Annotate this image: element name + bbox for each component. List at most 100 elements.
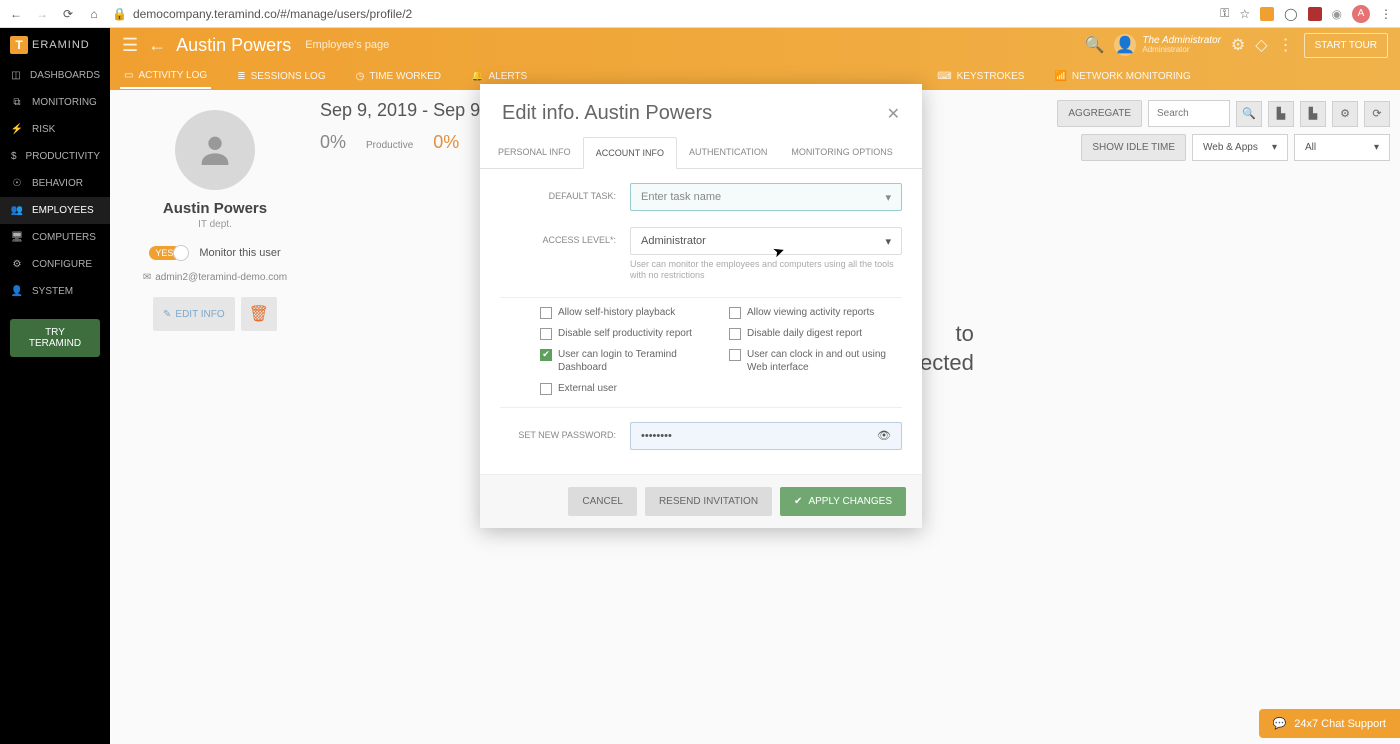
chevron-down-icon: ▾ bbox=[1272, 142, 1277, 153]
employees-icon: 👥 bbox=[10, 205, 24, 216]
browser-avatar[interactable]: A bbox=[1352, 5, 1370, 23]
check-self-history[interactable]: Allow self-history playback bbox=[540, 306, 713, 319]
modal-tab-monitoring[interactable]: MONITORING OPTIONS bbox=[779, 137, 904, 168]
back-icon[interactable]: ← bbox=[8, 6, 24, 22]
tab-network-monitoring[interactable]: 📶NETWORK MONITORING bbox=[1050, 65, 1194, 88]
modal-tab-account[interactable]: ACCOUNT INFO bbox=[583, 137, 677, 169]
sidebar-label: COMPUTERS bbox=[32, 232, 96, 243]
sidebar-item-productivity[interactable]: $PRODUCTIVITY bbox=[0, 143, 110, 170]
aggregate-button[interactable]: AGGREGATE bbox=[1057, 100, 1142, 127]
check-label: Disable self productivity report bbox=[558, 327, 692, 340]
page-back-icon[interactable]: ← bbox=[148, 35, 166, 56]
tab-time-worked[interactable]: ◷TIME WORKED bbox=[352, 65, 445, 88]
sidebar-item-system[interactable]: 👤SYSTEM bbox=[0, 278, 110, 305]
search-button[interactable]: 🔍 bbox=[1236, 101, 1262, 127]
check-activity-reports[interactable]: Allow viewing activity reports bbox=[729, 306, 902, 319]
check-label: User can clock in and out using Web inte… bbox=[747, 348, 902, 374]
ext-icon-3[interactable] bbox=[1308, 7, 1322, 21]
logo-box: T bbox=[10, 36, 28, 54]
checkbox-icon bbox=[729, 307, 741, 319]
tab-icon: ≣ bbox=[237, 71, 245, 82]
export-icon-2[interactable]: ▙ bbox=[1300, 101, 1326, 127]
sidebar-item-monitoring[interactable]: ⧉MONITORING bbox=[0, 89, 110, 116]
tab-keystrokes[interactable]: ⌨KEYSTROKES bbox=[933, 65, 1028, 88]
eye-icon[interactable]: 👁 bbox=[877, 429, 891, 442]
refresh-icon[interactable]: ⟳ bbox=[1364, 101, 1390, 127]
gear-icon[interactable]: ⚙ bbox=[1231, 35, 1245, 55]
filter-all-dropdown[interactable]: All▾ bbox=[1294, 134, 1390, 161]
checkbox-icon bbox=[540, 328, 552, 340]
search-input[interactable] bbox=[1148, 100, 1230, 127]
show-idle-button[interactable]: SHOW IDLE TIME bbox=[1081, 134, 1186, 161]
sidebar-item-risk[interactable]: ⚡RISK bbox=[0, 116, 110, 143]
more-icon[interactable]: ⋮ bbox=[1278, 35, 1294, 55]
background-message: to ected bbox=[920, 320, 974, 377]
default-task-placeholder: Enter task name bbox=[641, 191, 721, 203]
search-icon[interactable]: 🔍 bbox=[1084, 35, 1104, 55]
modal-tab-auth[interactable]: AUTHENTICATION bbox=[677, 137, 779, 168]
delete-button[interactable]: 🗑 bbox=[241, 297, 277, 331]
settings-icon[interactable]: ⚙ bbox=[1332, 101, 1358, 127]
check-disable-digest[interactable]: Disable daily digest report bbox=[729, 327, 902, 340]
check-disable-productivity[interactable]: Disable self productivity report bbox=[540, 327, 713, 340]
sidebar-item-computers[interactable]: 🖥COMPUTERS bbox=[0, 224, 110, 251]
tab-label: ACTIVITY LOG bbox=[138, 70, 207, 81]
sidebar-item-employees[interactable]: 👥EMPLOYEES bbox=[0, 197, 110, 224]
tab-icon: ⌨ bbox=[937, 71, 951, 82]
tab-icon: ▭ bbox=[124, 70, 133, 81]
sidebar-label: CONFIGURE bbox=[32, 259, 92, 270]
tab-icon: ◷ bbox=[356, 71, 365, 82]
edit-info-modal: Edit info. Austin Powers ✕ PERSONAL INFO… bbox=[480, 84, 922, 528]
forward-icon[interactable]: → bbox=[34, 6, 50, 22]
access-level-select[interactable]: Administrator ▾ bbox=[630, 227, 902, 255]
star-icon[interactable]: ☆ bbox=[1239, 7, 1250, 21]
check-label: Allow viewing activity reports bbox=[747, 306, 874, 319]
page-title: Austin Powers bbox=[176, 35, 291, 56]
tab-sessions-log[interactable]: ≣SESSIONS LOG bbox=[233, 65, 329, 88]
chevron-down-icon: ▾ bbox=[885, 191, 891, 204]
reload-icon[interactable]: ⟳ bbox=[60, 6, 76, 22]
tab-label: ALERTS bbox=[488, 71, 527, 82]
user-chip[interactable]: 👤 The Administrator Administrator bbox=[1114, 34, 1221, 56]
key-icon[interactable]: ⚿ bbox=[1220, 6, 1229, 21]
home-icon[interactable]: ⌂ bbox=[86, 6, 102, 22]
sidebar-item-dashboards[interactable]: ◫DASHBOARDS bbox=[0, 62, 110, 89]
check-login-dashboard[interactable]: ✔User can login to Teramind Dashboard bbox=[540, 348, 713, 374]
ext-icon-1[interactable] bbox=[1260, 7, 1274, 21]
tab-activity-log[interactable]: ▭ ACTIVITY LOG bbox=[120, 64, 211, 89]
sidebar-item-behavior[interactable]: ☉BEHAVIOR bbox=[0, 170, 110, 197]
try-teramind-button[interactable]: TRY TERAMIND bbox=[10, 319, 100, 357]
trash-icon: 🗑 bbox=[249, 306, 269, 323]
check-clock-web[interactable]: User can clock in and out using Web inte… bbox=[729, 348, 902, 374]
web-apps-dropdown[interactable]: Web & Apps▾ bbox=[1192, 134, 1288, 161]
password-value: •••••••• bbox=[641, 430, 672, 442]
apply-changes-button[interactable]: ✔APPLY CHANGES bbox=[780, 487, 906, 516]
chat-support-button[interactable]: 💬 24x7 Chat Support bbox=[1259, 709, 1400, 738]
modal-close-button[interactable]: ✕ bbox=[887, 104, 900, 124]
edit-info-button[interactable]: ✎EDIT INFO bbox=[153, 297, 235, 331]
ext-icon-2[interactable]: ◯ bbox=[1284, 7, 1297, 21]
start-tour-button[interactable]: START TOUR bbox=[1304, 33, 1388, 58]
sidebar-label: BEHAVIOR bbox=[32, 178, 83, 189]
permissions-checks: Allow self-history playback Allow viewin… bbox=[500, 297, 902, 408]
export-icon-1[interactable]: ▙ bbox=[1268, 101, 1294, 127]
hamburger-icon[interactable]: ☰ bbox=[122, 35, 138, 56]
browser-menu-icon[interactable]: ⋮ bbox=[1380, 7, 1392, 21]
sidebar-label: MONITORING bbox=[32, 97, 97, 108]
sidebar-item-configure[interactable]: ⚙CONFIGURE bbox=[0, 251, 110, 278]
profile-column: Austin Powers IT dept. YES Monitor this … bbox=[130, 110, 300, 331]
access-level-help: User can monitor the employees and compu… bbox=[630, 259, 902, 281]
monitor-toggle[interactable]: YES bbox=[149, 246, 181, 260]
logo[interactable]: T ERAMIND bbox=[0, 28, 110, 62]
modal-tab-personal[interactable]: PERSONAL INFO bbox=[486, 137, 583, 168]
check-external-user[interactable]: External user bbox=[540, 382, 713, 395]
default-task-select[interactable]: Enter task name ▾ bbox=[630, 183, 902, 211]
unproductive-pct: 0% bbox=[433, 132, 459, 153]
diamond-icon[interactable]: ◇ bbox=[1255, 35, 1267, 55]
password-input[interactable]: •••••••• 👁 bbox=[630, 422, 902, 450]
url-bar[interactable]: 🔒 democompany.teramind.co/#/manage/users… bbox=[112, 7, 1210, 21]
cancel-button[interactable]: CANCEL bbox=[568, 487, 637, 516]
ext-icon-4[interactable]: ◉ bbox=[1332, 7, 1342, 21]
resend-invitation-button[interactable]: RESEND INVITATION bbox=[645, 487, 772, 516]
edit-label: EDIT INFO bbox=[175, 309, 224, 320]
